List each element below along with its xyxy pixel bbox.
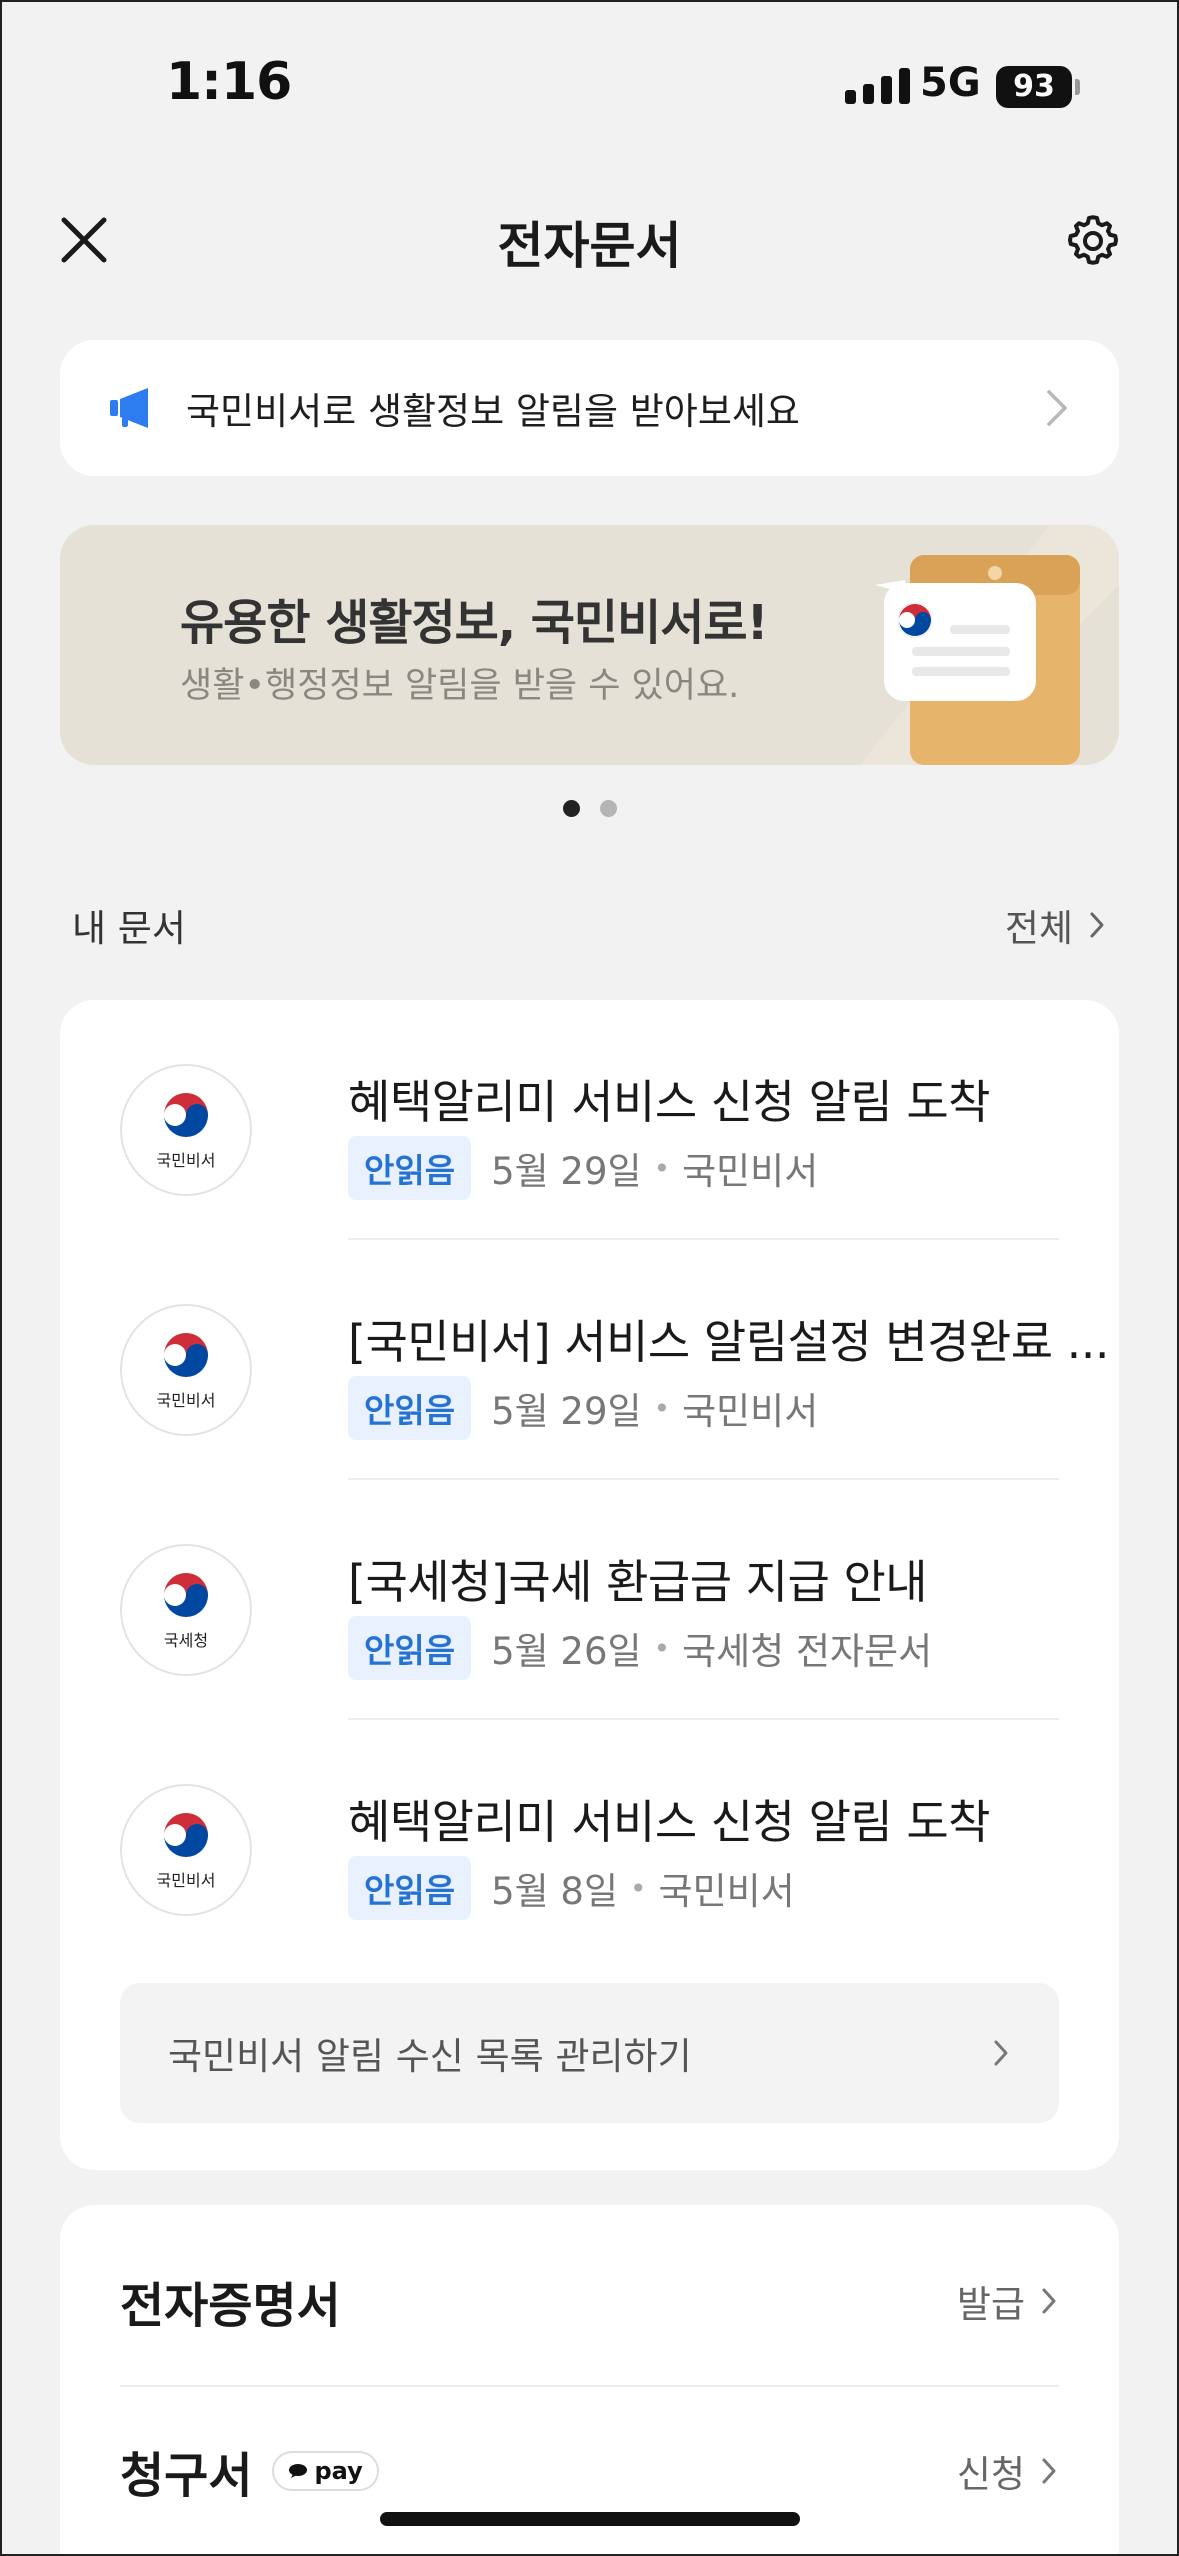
service-row-certificate[interactable]: 전자증명서 발급 (120, 2217, 1059, 2385)
avatar: 국민비서 (120, 1064, 252, 1196)
service-row-bill[interactable]: 청구서 pay 신청 (120, 2387, 1059, 2555)
status-time: 1:16 (166, 52, 292, 112)
speech-bubble-icon (289, 2464, 308, 2478)
section-title: 내 문서 (72, 907, 186, 950)
document-date: 5월 29일 (491, 1390, 642, 1433)
chevron-right-icon (1042, 2458, 1056, 2484)
notice-text: 국민비서로 생활정보 알림을 받아보세요 (186, 390, 800, 433)
battery-icon: 93 (996, 66, 1072, 108)
gear-icon (1068, 215, 1118, 265)
envelope-illustration (860, 525, 1119, 765)
unread-badge: 안읽음 (348, 1136, 472, 1200)
chevron-right-icon (1090, 912, 1104, 938)
service-action[interactable]: 신청 (957, 2444, 1059, 2498)
pay-badge-label: pay (314, 2457, 363, 2485)
carousel-dot[interactable] (599, 800, 617, 817)
meta-separator: • (653, 1151, 671, 1185)
manage-notifications-label: 국민비서 알림 수신 목록 관리하기 (168, 2035, 692, 2078)
chevron-right-icon (1047, 390, 1067, 426)
unread-badge: 안읽음 (348, 1616, 472, 1680)
document-item[interactable]: 국민비서 [국민비서] 서비스 알림설정 변경완료 ... 안읽음 5월 29일… (120, 1240, 1119, 1480)
avatar-label: 국민비서 (156, 1391, 216, 1410)
document-item[interactable]: 국민비서 혜택알리미 서비스 신청 알림 도착 안읽음 5월 8일 • 국민비서 (120, 1720, 1119, 1960)
home-indicator[interactable] (380, 2512, 800, 2526)
megaphone-icon (110, 388, 148, 428)
meta-separator: • (653, 1391, 671, 1425)
avatar: 국세청 (120, 1544, 252, 1676)
document-title: [국세청]국세 환급금 지급 안내 (348, 1555, 928, 1609)
service-title: 청구서 (120, 2448, 253, 2504)
meta-separator: • (630, 1871, 647, 1905)
pay-badge: pay (272, 2451, 379, 2491)
document-item[interactable]: 국민비서 혜택알리미 서비스 신청 알림 도착 안읽음 5월 29일 • 국민비… (120, 1000, 1119, 1240)
document-date: 5월 26일 (491, 1630, 642, 1673)
taegeuk-emblem-icon (164, 1813, 208, 1857)
document-date: 5월 8일 (491, 1870, 619, 1913)
service-title: 전자증명서 (120, 2278, 341, 2334)
documents-card: 국민비서 혜택알리미 서비스 신청 알림 도착 안읽음 5월 29일 • 국민비… (60, 1000, 1119, 2170)
network-label: 5G (920, 60, 981, 106)
document-title: [국민비서] 서비스 알림설정 변경완료 ... (348, 1315, 1110, 1369)
taegeuk-emblem-icon (164, 1573, 208, 1617)
taegeuk-emblem-icon (164, 1333, 208, 1377)
document-item[interactable]: 국세청 [국세청]국세 환급금 지급 안내 안읽음 5월 26일 • 국세청 전… (120, 1480, 1119, 1720)
avatar-label: 국민비서 (156, 1151, 216, 1170)
carousel-dot-active[interactable] (562, 800, 580, 817)
taegeuk-emblem-icon (164, 1093, 208, 1137)
avatar-label: 국세청 (163, 1631, 209, 1650)
page-title: 전자문서 (497, 217, 682, 275)
document-meta: 안읽음 5월 8일 • 국민비서 (348, 1856, 795, 1920)
manage-notifications-button[interactable]: 국민비서 알림 수신 목록 관리하기 (120, 1983, 1059, 2123)
service-action[interactable]: 발급 (957, 2274, 1059, 2328)
unread-badge: 안읽음 (348, 1856, 472, 1920)
promo-banner[interactable]: 유용한 생활정보, 국민비서로! 생활•행정정보 알림을 받을 수 있어요. (60, 525, 1119, 765)
signal-icon (845, 68, 910, 104)
service-action-label: 신청 (956, 2453, 1025, 2496)
document-sender: 국세청 전자문서 (682, 1630, 933, 1673)
chevron-right-icon (994, 2040, 1008, 2066)
document-sender: 국민비서 (658, 1870, 795, 1913)
avatar: 국민비서 (120, 1304, 252, 1436)
view-all-link[interactable]: 전체 (1005, 898, 1107, 952)
promo-title: 유용한 생활정보, 국민비서로! (180, 595, 768, 651)
carousel-dots[interactable] (0, 800, 1179, 817)
document-title: 혜택알리미 서비스 신청 알림 도착 (348, 1075, 990, 1129)
service-action-label: 발급 (956, 2283, 1025, 2326)
meta-separator: • (653, 1631, 671, 1665)
status-bar: 1:16 5G 93 (0, 0, 1179, 170)
chevron-right-icon (1042, 2288, 1056, 2314)
document-title: 혜택알리미 서비스 신청 알림 도착 (348, 1795, 990, 1849)
avatar-label: 국민비서 (156, 1871, 216, 1890)
document-sender: 국민비서 (682, 1390, 819, 1433)
avatar: 국민비서 (120, 1784, 252, 1916)
document-meta: 안읽음 5월 26일 • 국세청 전자문서 (348, 1616, 932, 1680)
document-sender: 국민비서 (682, 1150, 819, 1193)
notice-banner[interactable]: 국민비서로 생활정보 알림을 받아보세요 (60, 340, 1119, 476)
unread-badge: 안읽음 (348, 1376, 472, 1440)
view-all-label: 전체 (1004, 907, 1073, 950)
promo-subtitle: 생활•행정정보 알림을 받을 수 있어요. (180, 666, 740, 706)
document-meta: 안읽음 5월 29일 • 국민비서 (348, 1136, 818, 1200)
battery-tip (1075, 79, 1080, 95)
services-card: 전자증명서 발급 청구서 pay 신청 (60, 2205, 1119, 2556)
document-meta: 안읽음 5월 29일 • 국민비서 (348, 1376, 818, 1440)
document-date: 5월 29일 (491, 1150, 642, 1193)
settings-button[interactable] (1060, 208, 1126, 274)
